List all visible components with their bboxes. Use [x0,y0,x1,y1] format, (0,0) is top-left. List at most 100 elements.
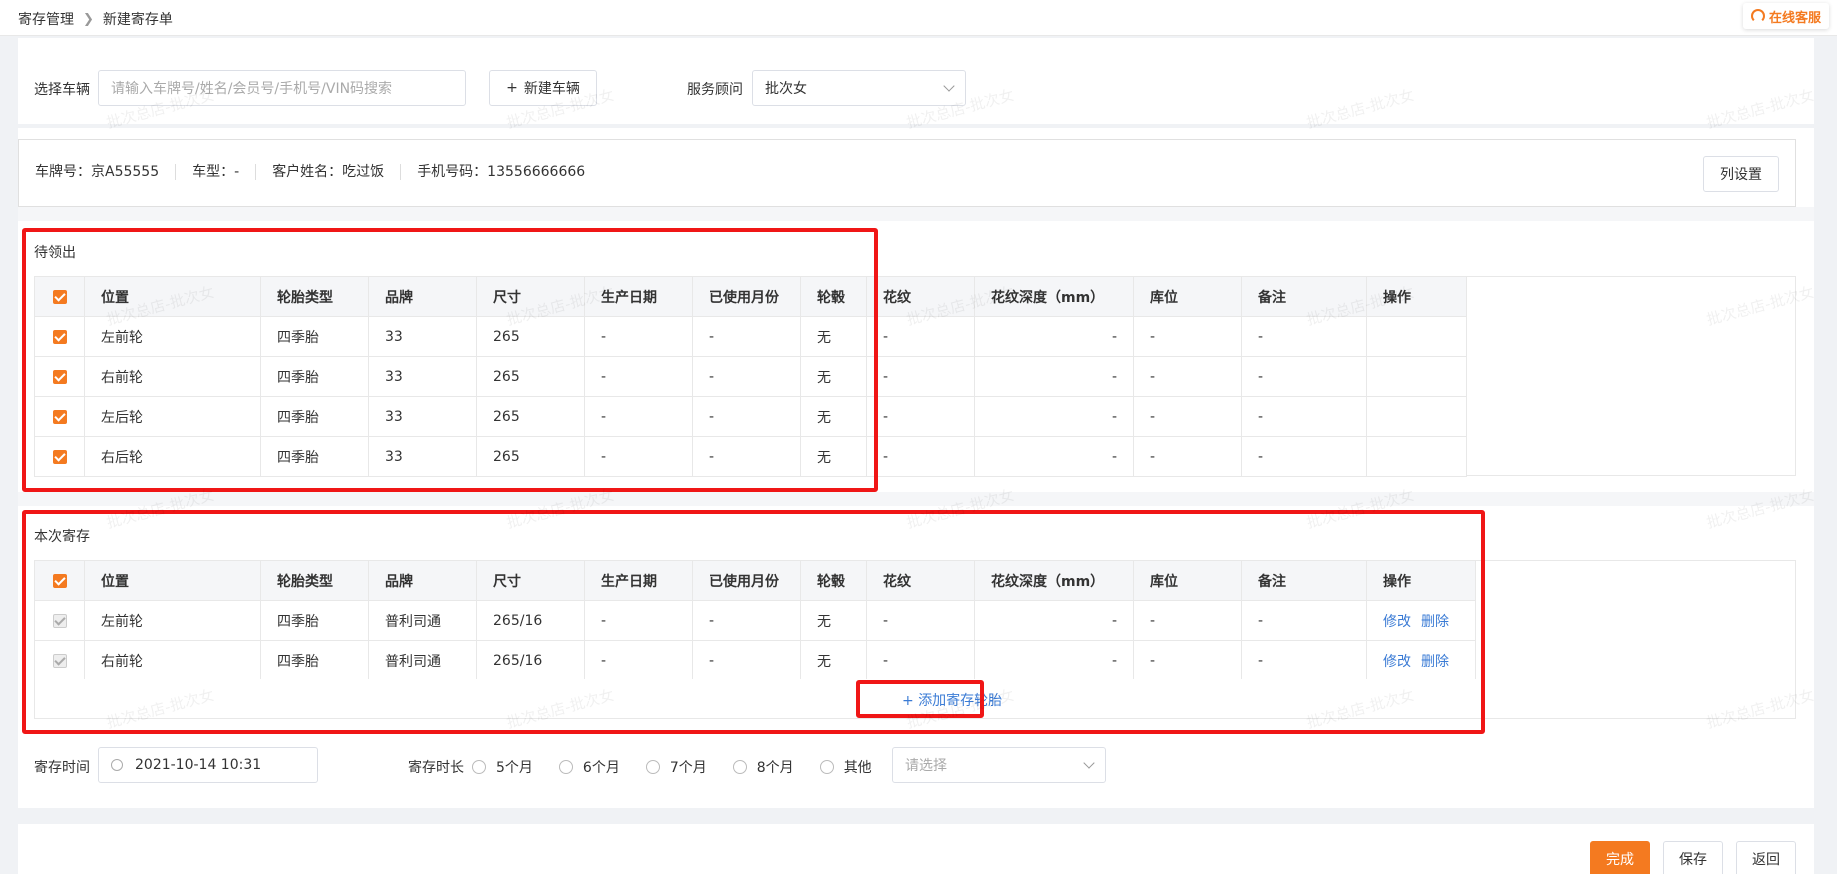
duration-radio-group: 5个月 6个月 7个月 8个月 其他 [472,757,880,777]
cell: - [692,436,801,477]
storage-time-value: 2021-10-14 10:31 [135,757,262,773]
col-hub: 轮毂 [800,560,867,601]
cell: - [866,436,975,477]
row-checkbox[interactable] [34,356,85,397]
col-brand: 品牌 [368,276,477,317]
cell: - [974,600,1134,641]
cell: - [584,396,693,437]
select-all-checkbox[interactable] [34,560,85,601]
row-checkbox[interactable] [34,396,85,437]
cell [1366,436,1467,477]
table-row: 左前轮 四季胎 33 265- - 无 - - - - [34,316,1467,357]
table-row: 右前轮 四季胎 普利司通 265/16- - 无 - - - - 修改 删除 [34,640,1476,681]
back-button[interactable]: 返回 [1736,841,1796,874]
plus-icon: + [506,80,518,96]
col-pattern: 花纹 [866,560,975,601]
plate-info: 车牌号：京A55555 [35,164,177,180]
col-tire-type: 轮胎类型 [260,560,369,601]
cell: - [974,316,1134,357]
other-duration-placeholder: 请选择 [905,758,947,774]
top-bar: 寄存管理 ❯ 新建寄存单 在线客服 [0,0,1837,36]
row-checkbox[interactable] [34,316,85,357]
delete-link[interactable]: 删除 [1421,654,1449,670]
checkbox-checked-icon [52,573,67,588]
row-checkbox [34,640,85,681]
cell: - [1133,396,1242,437]
cell: 无 [800,316,867,357]
cell: 33 [368,436,477,477]
col-actions: 操作 [1366,560,1476,601]
duration-option-other[interactable]: 其他 [819,757,872,777]
col-tread-depth: 花纹深度（mm） [974,560,1134,601]
online-service-button[interactable]: 在线客服 [1742,3,1829,29]
storage-time-input[interactable]: 2021-10-14 10:31 [98,747,318,783]
advisor-label: 服务顾问 [687,82,743,98]
row-actions: 修改 删除 [1366,600,1476,641]
col-brand: 品牌 [368,560,477,601]
cell: 四季胎 [260,396,369,437]
cell: 无 [800,640,867,681]
cell [1366,356,1467,397]
option-label: 其他 [843,760,872,776]
checkbox-checked-icon [52,329,67,344]
edit-link[interactable]: 修改 [1383,614,1411,630]
advisor-value: 批次女 [765,81,807,97]
pending-title: 待领出 [34,245,76,261]
cell: - [974,436,1134,477]
select-all-checkbox[interactable] [34,276,85,317]
cell: 无 [800,356,867,397]
vehicle-info-bar: 车牌号：京A55555 车型：- 客户姓名：吃过饭 手机号码：135566666… [18,139,1796,207]
cell: 普利司通 [368,640,477,681]
cell: - [584,356,693,397]
cell: 四季胎 [260,356,369,397]
radio-icon [472,760,486,774]
save-button[interactable]: 保存 [1663,841,1723,874]
duration-option-7[interactable]: 7个月 [645,757,707,777]
duration-option-6[interactable]: 6个月 [558,757,620,777]
cell: - [584,316,693,357]
cell: 33 [368,396,477,437]
cell: - [692,600,801,641]
checkbox-disabled-icon [52,653,67,668]
current-header-row: 位置 轮胎类型 品牌 尺寸 生产日期 已使用月份 轮毂 花纹 花纹深度（mm） … [34,560,1476,601]
cell: - [866,396,975,437]
cell: - [692,316,801,357]
cell: - [974,396,1134,437]
phone-info: 手机号码：13556666666 [417,164,586,180]
delete-link[interactable]: 删除 [1421,614,1449,630]
advisor-select[interactable]: 批次女 [752,70,966,106]
cell: - [1133,356,1242,397]
cell: 右前轮 [84,356,261,397]
duration-option-8[interactable]: 8个月 [732,757,794,777]
storage-time-label: 寄存时间 [34,760,90,776]
column-settings-button[interactable]: 列设置 [1703,156,1779,192]
cell: - [1241,356,1367,397]
cell: 265 [476,436,585,477]
option-label: 5个月 [496,760,533,776]
cell: - [692,356,801,397]
table-row: 右前轮 四季胎 33 265- - 无 - - - - [34,356,1467,397]
edit-link[interactable]: 修改 [1383,654,1411,670]
table-row: 左后轮 四季胎 33 265- - 无 - - - - [34,396,1467,437]
cell: 左前轮 [84,600,261,641]
cell: - [692,396,801,437]
other-duration-select[interactable]: 请选择 [892,747,1106,783]
duration-option-5[interactable]: 5个月 [472,757,533,777]
cell: - [1133,316,1242,357]
finish-button[interactable]: 完成 [1590,841,1650,874]
current-table: 位置 轮胎类型 品牌 尺寸 生产日期 已使用月份 轮毂 花纹 花纹深度（mm） … [34,560,1476,681]
radio-icon [558,760,573,774]
col-months-used: 已使用月份 [692,276,801,317]
cell: - [584,600,693,641]
chevron-down-icon [943,80,955,92]
col-location: 库位 [1133,276,1242,317]
radio-icon [732,760,747,774]
section-gap [18,207,1814,221]
footer-bar [18,824,1814,874]
cell: - [1133,600,1242,641]
breadcrumb-parent[interactable]: 寄存管理 [18,9,74,29]
cell: 265 [476,356,585,397]
row-checkbox[interactable] [34,436,85,477]
cell: 四季胎 [260,436,369,477]
col-months-used: 已使用月份 [692,560,801,601]
